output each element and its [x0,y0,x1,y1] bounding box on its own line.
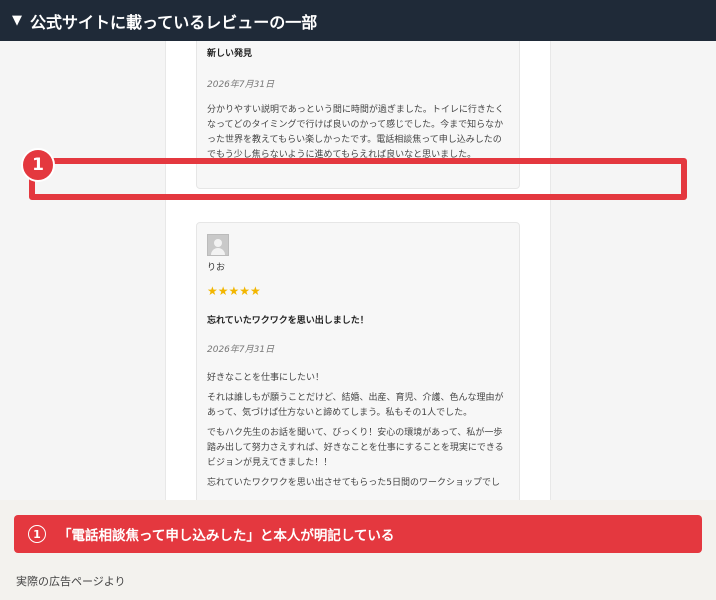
review-paragraph: 忘れていたワクワクを思い出させてもらった5日間のワークショップでし [207,478,501,488]
review-paragraph: それは誰しもが願うことだけど、結婚、出産、育児、介護、色んな理由があって、気づけ… [207,393,504,418]
review-paragraph: 好きなことを仕事にしたい！ [207,373,325,383]
review-card: りお ★★★★★ 忘れていたワクワクを思い出しました！ 2026年7月31日 好… [196,222,520,500]
note-number: 1 [28,525,46,543]
review-paragraph: でもハク先生のお話を聞いて、びっくり！安心の環境があって、私が一歩踏み出して努力… [207,428,504,468]
screenshot-area: 新しい発見 2026年7月31日 分かりやすい説明であっという間に時間が過ぎまし… [0,41,716,500]
highlight-box [29,158,687,200]
review-body: 好きなことを仕事にしたい！ それは誰しもが願うことだけど、結婚、出産、育児、介護… [207,371,509,496]
annotation-badge: 1 [21,148,55,182]
avatar-body-shape [211,248,225,255]
section-title: 公式サイトに載っているレビューの一部 [30,12,318,32]
review-title: 新しい発見 [207,49,253,59]
caption-panel: 1 「電話相談焦って申し込みした」と本人が明記している 実際の広告ページより [0,500,716,600]
avatar-head-shape [214,239,222,247]
star-rating: ★★★★★ [207,284,261,298]
reviewer-name: りお [207,263,226,273]
review-date: 2026年7月31日 [207,345,275,355]
section-header: ▼ 公式サイトに載っているレビューの一部 [0,0,716,41]
review-title: 忘れていたワクワクを思い出しました！ [207,316,369,326]
collapse-arrow-icon[interactable]: ▼ [12,13,22,28]
avatar [207,234,229,256]
source-caption: 実際の広告ページより [16,575,126,588]
review-body: 分かりやすい説明であっという間に時間が過ぎました。トイレに行きたくなってどのタイ… [207,103,509,163]
note-text: 「電話相談焦って申し込みした」と本人が明記している [58,528,395,544]
review-date: 2026年7月31日 [207,80,275,90]
review-paragraph: 分かりやすい説明であっという間に時間が過ぎました。トイレに行きたくなってどのタイ… [207,105,504,160]
annotation-note: 1 「電話相談焦って申し込みした」と本人が明記している [14,515,702,553]
